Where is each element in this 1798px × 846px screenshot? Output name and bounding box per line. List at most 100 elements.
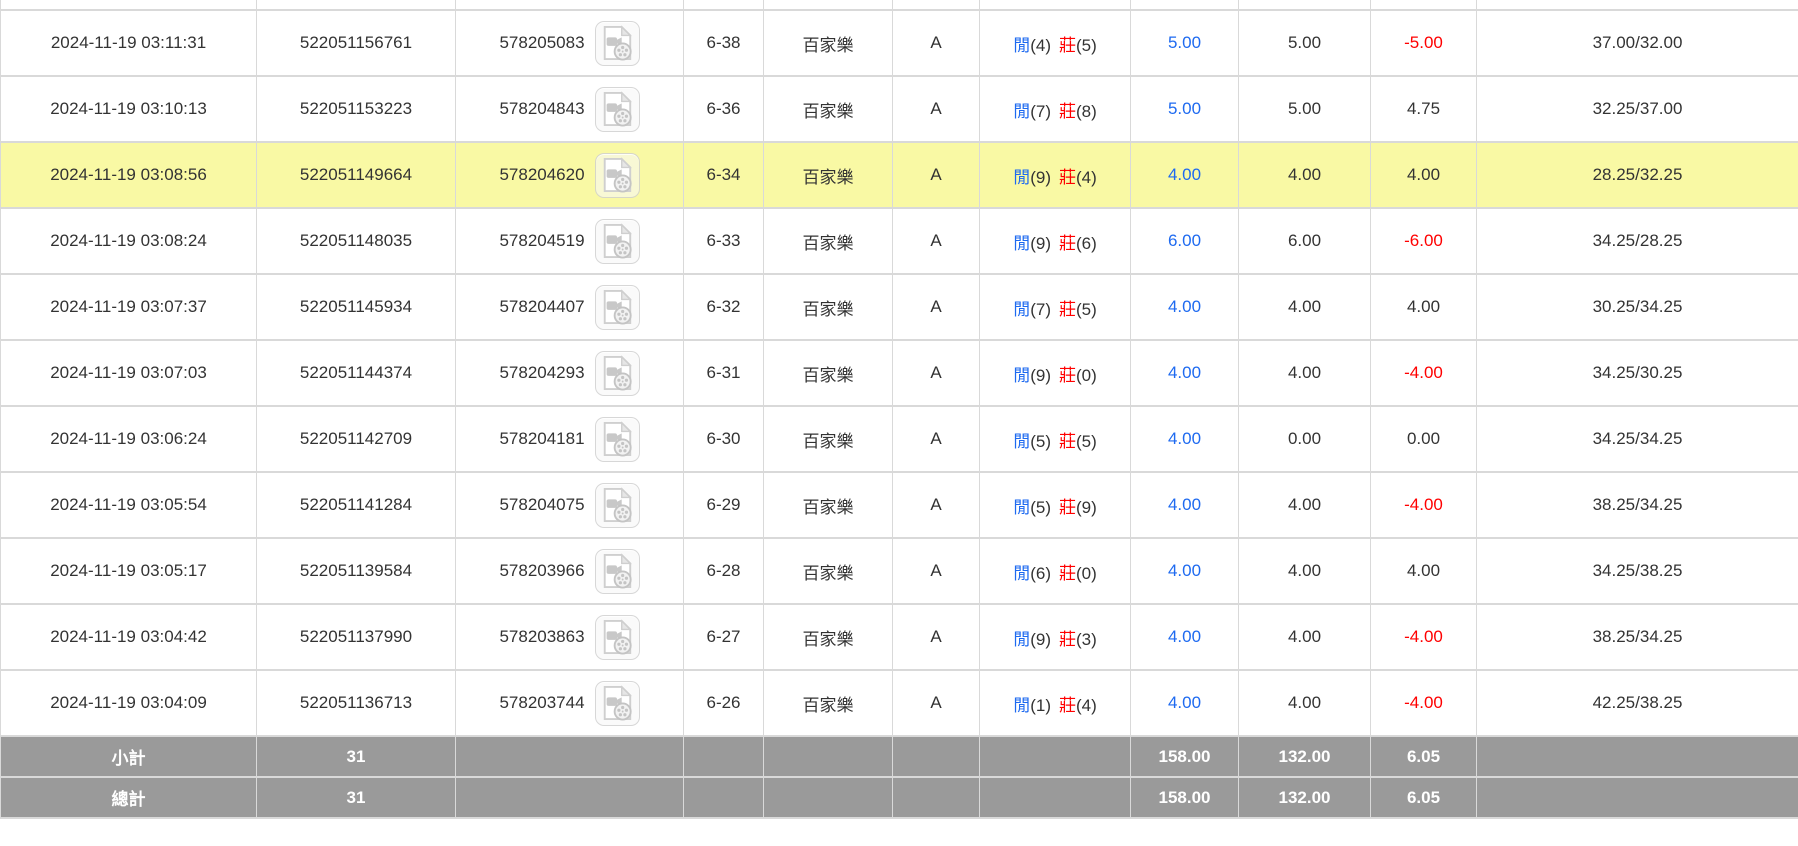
video-replay-button[interactable] <box>595 483 640 528</box>
video-file-icon <box>600 685 634 721</box>
bet-amount-cell: 5.00 <box>1131 76 1239 142</box>
bet-amount-link[interactable]: 4.00 <box>1168 165 1201 184</box>
valid-bet-cell: 4.00 <box>1239 340 1371 406</box>
table-cell: A <box>893 76 980 142</box>
bet-id: 522051156761 <box>300 33 412 52</box>
bet-amount-link[interactable]: 4.00 <box>1168 693 1201 712</box>
win-loss-value: -5.00 <box>1404 33 1443 52</box>
video-replay-button[interactable] <box>595 681 640 726</box>
game-cell: 百家樂 <box>764 76 893 142</box>
win-loss-value: 4.75 <box>1407 99 1440 118</box>
result-cell: 閒(9)莊(4) <box>980 142 1131 208</box>
video-replay-button[interactable] <box>595 285 640 330</box>
video-file-icon <box>600 91 634 127</box>
video-replay-button[interactable] <box>595 417 640 462</box>
bet-id: 522051144374 <box>300 363 412 382</box>
banker-label: 莊 <box>1059 696 1076 715</box>
round-id: 578203744 <box>499 693 584 713</box>
win-loss-value: -4.00 <box>1404 363 1443 382</box>
bet-id-cell: 522051153223 <box>257 76 456 142</box>
round-cell: 578204293 <box>456 340 684 406</box>
round-id: 578205083 <box>499 33 584 53</box>
bet-id: 522051136713 <box>300 693 412 712</box>
win-loss-cell: 4.00 <box>1371 538 1477 604</box>
round-no-cell: 6-26 <box>684 670 764 736</box>
round-cell-content: 578204407 <box>460 285 679 330</box>
bet-row: 2024-11-19 03:05:54 522051141284 5782040… <box>1 472 1798 538</box>
bet-time: 2024-11-19 03:08:24 <box>50 231 207 250</box>
bet-amount-link[interactable]: 4.00 <box>1168 429 1201 448</box>
bet-amount-link[interactable]: 4.00 <box>1168 297 1201 316</box>
bet-id: 522051148035 <box>300 231 412 250</box>
bet-amount-link[interactable]: 4.00 <box>1168 627 1201 646</box>
subtotal-row: 小計 31 158.00 132.00 6.05 <box>1 736 1798 777</box>
empty-cell <box>1371 0 1477 10</box>
bet-amount-link[interactable]: 4.00 <box>1168 561 1201 580</box>
summary-result-total: 6.05 <box>1407 788 1440 807</box>
balance-cell: 34.25/34.25 <box>1477 406 1798 472</box>
round-no-cell: 6-38 <box>684 10 764 76</box>
bet-amount-link[interactable]: 5.00 <box>1168 33 1201 52</box>
player-score: (9) <box>1030 630 1051 649</box>
table-cell: A <box>893 406 980 472</box>
table-letter: A <box>930 429 941 448</box>
bet-id-cell: 522051142709 <box>257 406 456 472</box>
empty-cell <box>1131 0 1239 10</box>
video-replay-button[interactable] <box>595 153 640 198</box>
time-cell: 2024-11-19 03:07:03 <box>1 340 257 406</box>
player-label: 閒 <box>1013 696 1030 715</box>
bet-id-cell: 522051145934 <box>257 274 456 340</box>
round-cell-content: 578205083 <box>460 21 679 66</box>
bet-row: 2024-11-19 03:07:03 522051144374 5782042… <box>1 340 1798 406</box>
balance-value: 42.25/38.25 <box>1593 693 1683 712</box>
valid-bet-cell: 4.00 <box>1239 274 1371 340</box>
summary-count: 31 <box>347 747 366 766</box>
video-replay-button[interactable] <box>595 615 640 660</box>
bet-amount-link[interactable]: 4.00 <box>1168 495 1201 514</box>
valid-bet-value: 5.00 <box>1288 33 1321 52</box>
valid-bet-cell: 6.00 <box>1239 208 1371 274</box>
bet-id: 522051137990 <box>300 627 412 646</box>
video-replay-button[interactable] <box>595 21 640 66</box>
empty-cell <box>1477 736 1798 777</box>
empty-cell <box>456 736 684 777</box>
banker-label: 莊 <box>1059 36 1076 55</box>
video-replay-button[interactable] <box>595 219 640 264</box>
table-cell: A <box>893 538 980 604</box>
round-cell-content: 578203863 <box>460 615 679 660</box>
player-label: 閒 <box>1013 168 1030 187</box>
round-id: 578204293 <box>499 363 584 383</box>
game-cell: 百家樂 <box>764 142 893 208</box>
summary-label-cell: 小計 <box>1 736 257 777</box>
result-cell: 閒(7)莊(5) <box>980 274 1131 340</box>
banker-score: (9) <box>1076 498 1097 517</box>
win-loss-value: 0.00 <box>1407 429 1440 448</box>
balance-cell: 42.25/38.25 <box>1477 670 1798 736</box>
balance-value: 34.25/28.25 <box>1593 231 1683 250</box>
player-label: 閒 <box>1013 498 1030 517</box>
balance-cell: 30.25/34.25 <box>1477 274 1798 340</box>
balance-cell: 32.25/37.00 <box>1477 76 1798 142</box>
valid-bet-value: 4.00 <box>1288 627 1321 646</box>
video-replay-button[interactable] <box>595 549 640 594</box>
bet-row: 2024-11-19 03:07:37 522051145934 5782044… <box>1 274 1798 340</box>
valid-bet-cell: 5.00 <box>1239 76 1371 142</box>
video-file-icon <box>600 553 634 589</box>
clipped-row <box>1 0 1798 10</box>
round-no: 6-38 <box>706 33 740 52</box>
bet-amount-link[interactable]: 5.00 <box>1168 99 1201 118</box>
banker-score: (4) <box>1076 696 1097 715</box>
bet-amount-link[interactable]: 4.00 <box>1168 363 1201 382</box>
valid-bet-cell: 4.00 <box>1239 142 1371 208</box>
win-loss-cell: 4.00 <box>1371 142 1477 208</box>
video-replay-button[interactable] <box>595 351 640 396</box>
summary-label: 總計 <box>112 790 146 809</box>
bet-amount-link[interactable]: 6.00 <box>1168 231 1201 250</box>
game-cell: 百家樂 <box>764 472 893 538</box>
video-replay-button[interactable] <box>595 87 640 132</box>
bet-time: 2024-11-19 03:04:42 <box>50 627 207 646</box>
time-cell: 2024-11-19 03:04:09 <box>1 670 257 736</box>
bet-amount-cell: 4.00 <box>1131 406 1239 472</box>
balance-value: 37.00/32.00 <box>1593 33 1683 52</box>
round-cell-content: 578203744 <box>460 681 679 726</box>
